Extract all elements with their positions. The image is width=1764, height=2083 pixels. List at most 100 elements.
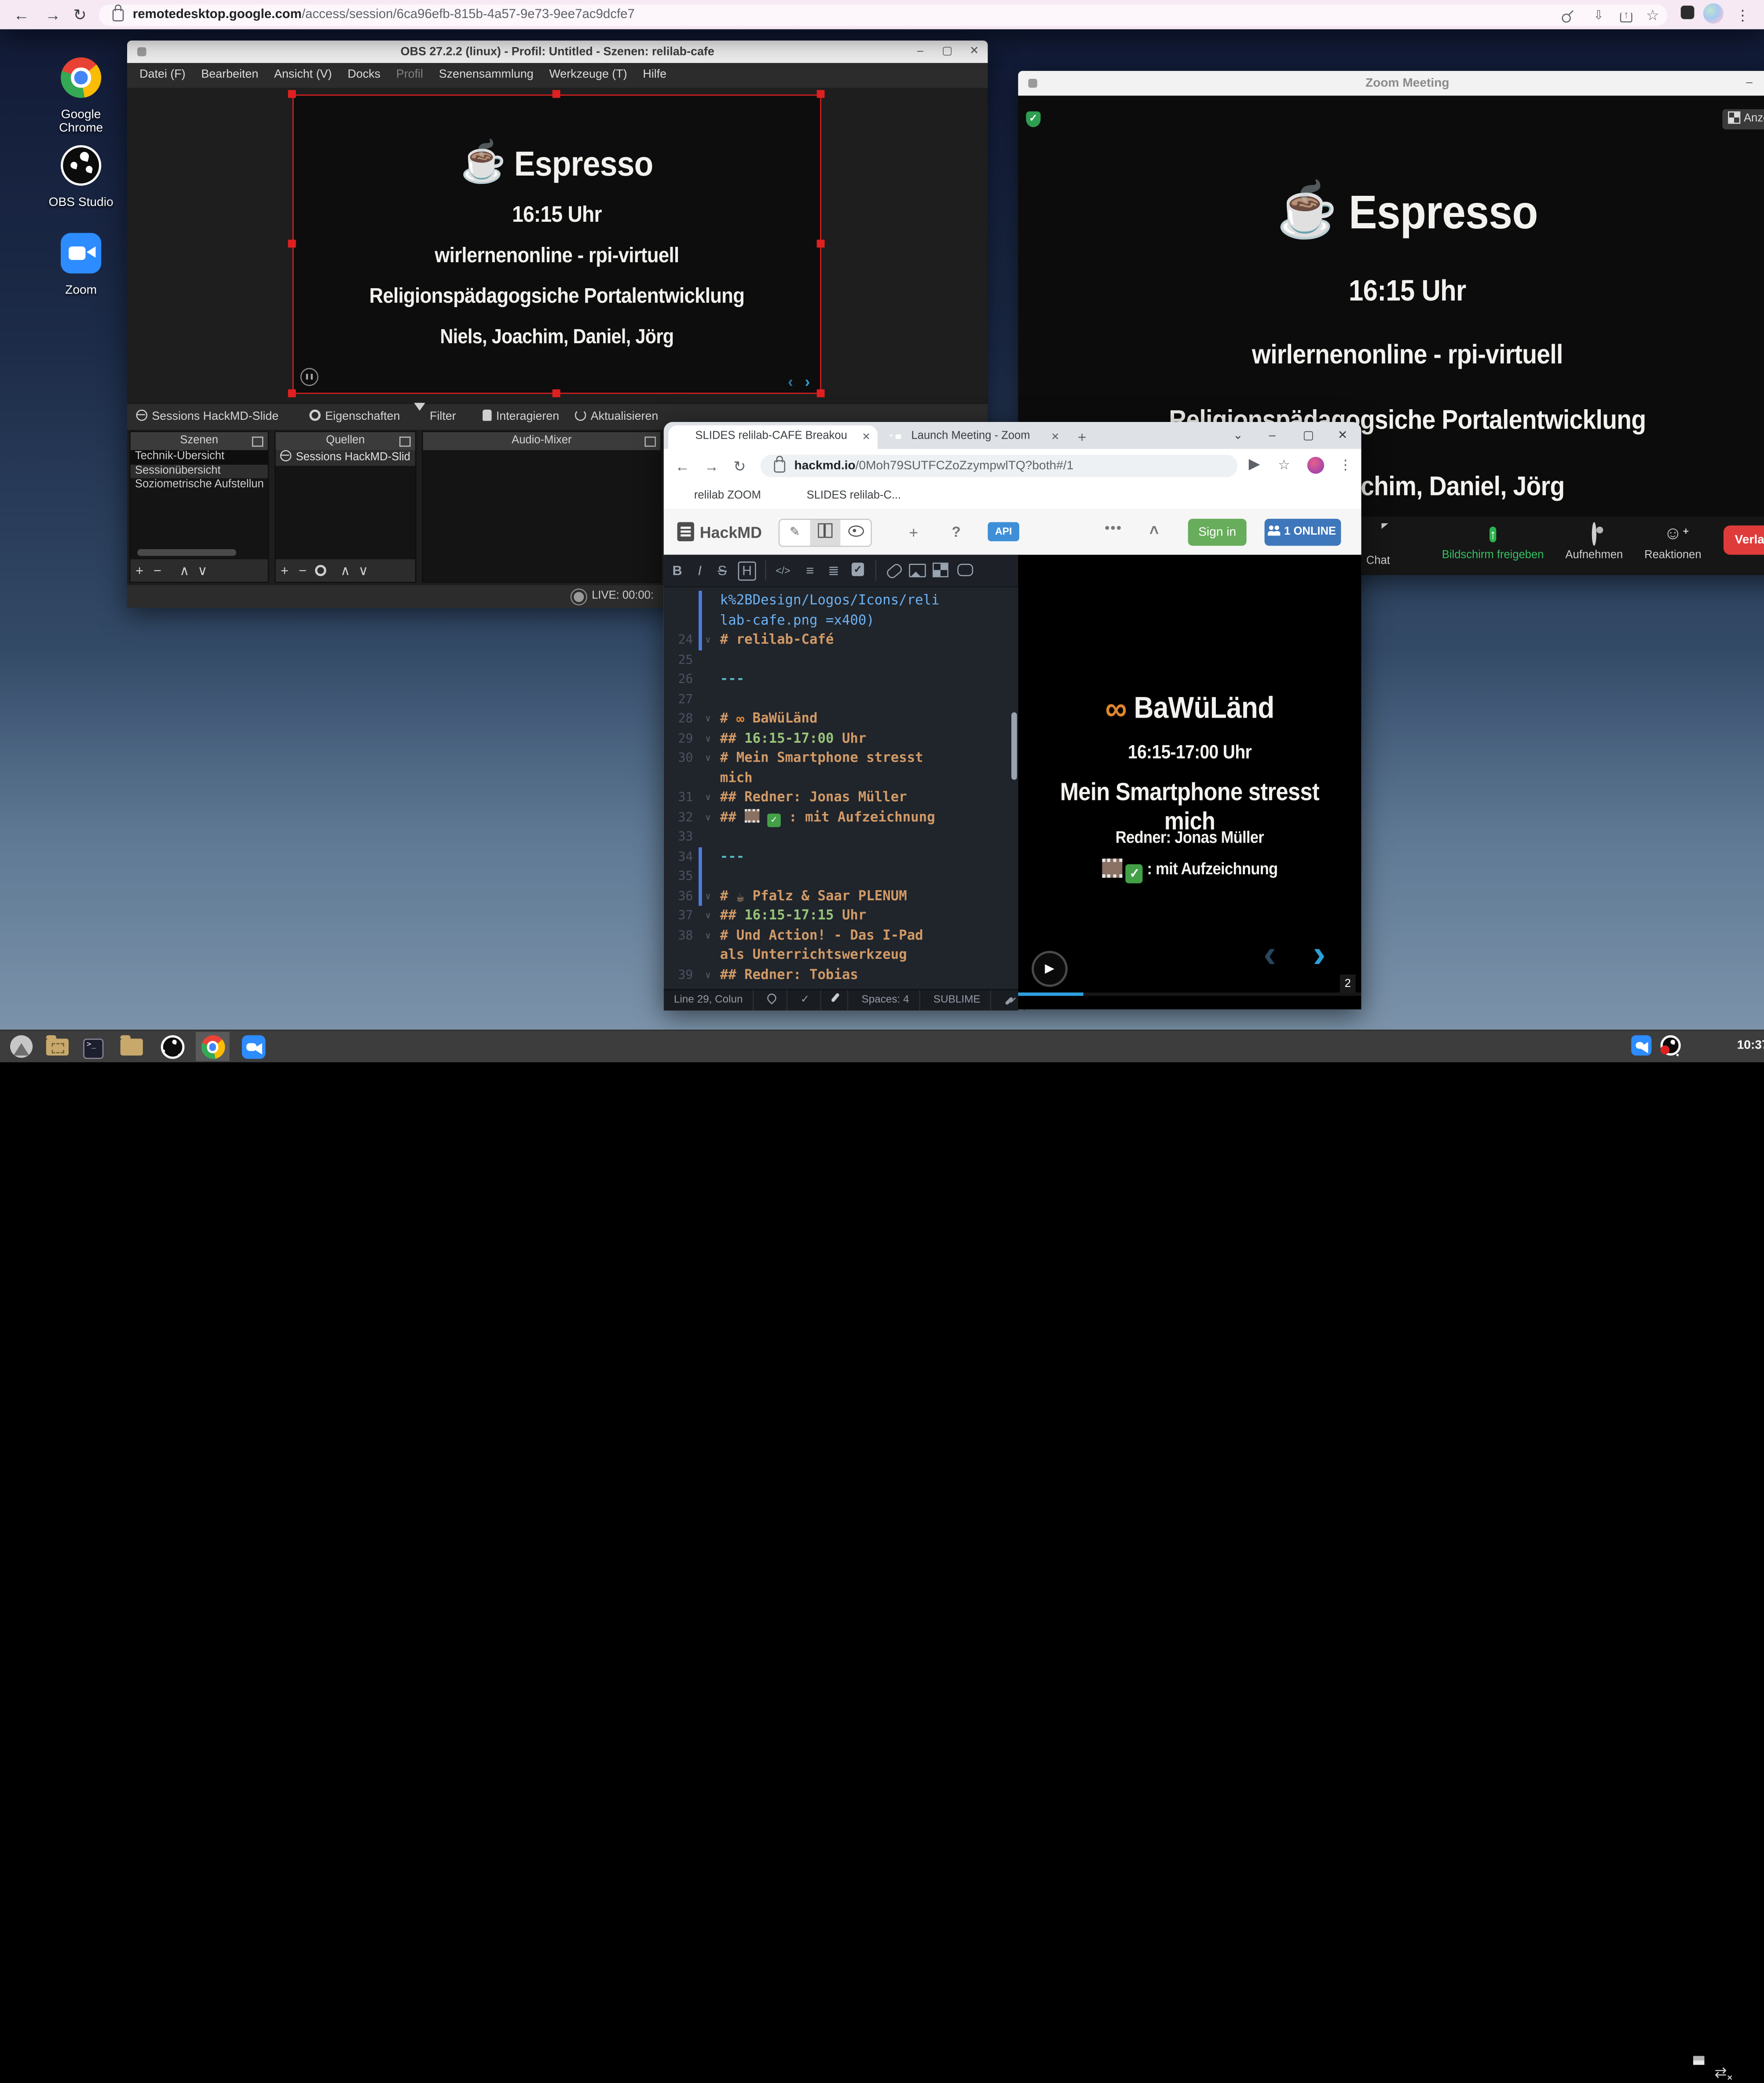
tab-close-icon[interactable]: ✕ bbox=[860, 430, 873, 444]
browser-menu-icon[interactable] bbox=[1732, 4, 1753, 25]
selection-handle[interactable] bbox=[288, 240, 296, 248]
dock-popout-icon[interactable] bbox=[644, 436, 656, 447]
back-icon[interactable]: ← bbox=[11, 4, 32, 25]
scenes-scrollbar[interactable] bbox=[137, 549, 236, 556]
editor-line[interactable]: 29∨## 16:15-17:00 Uhr bbox=[664, 729, 1018, 748]
window-minimize-icon[interactable]: – bbox=[1269, 429, 1276, 442]
new-note-button[interactable]: + bbox=[909, 523, 918, 541]
fold-chevron-icon[interactable]: ∨ bbox=[705, 729, 710, 748]
scene-list-item[interactable]: Sessionübersicht bbox=[131, 464, 268, 478]
italic-button[interactable]: I bbox=[691, 561, 709, 579]
bookmark-star-icon[interactable]: ☆ bbox=[1278, 457, 1290, 473]
fold-chevron-icon[interactable]: ∨ bbox=[705, 925, 710, 945]
obs-maximize-button[interactable]: ▢ bbox=[938, 44, 956, 60]
slide-next-icon[interactable]: › bbox=[805, 372, 810, 390]
source-up-button[interactable]: ∧ bbox=[337, 559, 355, 582]
heading-button[interactable]: H bbox=[738, 561, 756, 580]
editor-line[interactable]: 31∨## Redner: Jonas Müller bbox=[664, 788, 1018, 807]
dock-popout-icon[interactable] bbox=[399, 436, 411, 447]
scene-down-button[interactable]: ∨ bbox=[194, 559, 212, 582]
editor-content[interactable]: k%2BDesign/Logos/Icons/relilab-cafe.png … bbox=[664, 586, 1018, 989]
reactions-button[interactable]: ☺Reaktionen bbox=[1628, 524, 1718, 561]
editor-scrollbar[interactable] bbox=[1011, 712, 1017, 780]
fold-chevron-icon[interactable]: ∨ bbox=[705, 906, 710, 926]
sign-in-button[interactable]: Sign in bbox=[1188, 519, 1247, 546]
tab-zoom-launch[interactable]: Launch Meeting - Zoom ✕ bbox=[884, 425, 1066, 449]
comment-button[interactable] bbox=[957, 564, 973, 576]
editor-line[interactable]: 38∨# Und Action! - Das I-Pad bbox=[664, 925, 1018, 945]
api-badge[interactable]: API bbox=[988, 522, 1019, 541]
next-slide-icon[interactable]: › bbox=[1313, 933, 1325, 977]
refresh-button[interactable]: Aktualisieren bbox=[575, 404, 659, 430]
tab-close-icon[interactable]: ✕ bbox=[1048, 430, 1062, 444]
profile-avatar[interactable] bbox=[1703, 4, 1724, 24]
split-mode-button[interactable] bbox=[810, 520, 840, 546]
source-list-item[interactable]: Sessions HackMD-Slid bbox=[276, 450, 415, 466]
filter-button[interactable]: Filter bbox=[414, 404, 456, 430]
obs-titlebar[interactable]: OBS 27.2.2 (linux) - Profil: Untitled - … bbox=[127, 40, 988, 63]
url-text[interactable]: remotedesktop.google.com/access/session/… bbox=[133, 7, 635, 22]
add-scene-button[interactable]: + bbox=[131, 559, 149, 582]
bookmark-relilab-zoom[interactable]: relilab ZOOM bbox=[677, 488, 761, 502]
obs-menu-item[interactable]: Hilfe bbox=[635, 63, 674, 85]
editor-line[interactable]: als Unterrichtswerkzeug bbox=[664, 945, 1018, 965]
window-maximize-icon[interactable]: ▢ bbox=[1303, 429, 1314, 442]
scene-up-button[interactable]: ∧ bbox=[176, 559, 194, 582]
taskbar-launcher[interactable] bbox=[4, 1032, 38, 1061]
fold-chevron-icon[interactable]: ∨ bbox=[705, 788, 710, 807]
taskbar-zoom[interactable] bbox=[236, 1032, 270, 1061]
strikethrough-button[interactable]: S bbox=[713, 561, 731, 579]
editor-line[interactable]: 27 bbox=[664, 689, 1018, 709]
reload-icon[interactable]: ↻ bbox=[733, 458, 746, 476]
markdown-editor-pane[interactable]: B I S H </> ≡ ≣ ✓ k%2BDesign/Logos/Icons… bbox=[664, 555, 1018, 1009]
desktop-icon-obs[interactable]: OBS Studio bbox=[38, 142, 124, 209]
taskbar-terminal[interactable]: >_ bbox=[77, 1032, 110, 1061]
password-key-icon[interactable] bbox=[1557, 5, 1577, 26]
source-down-button[interactable]: ∨ bbox=[355, 559, 373, 582]
taskbar-obs[interactable] bbox=[155, 1032, 189, 1061]
scene-list-item[interactable]: Soziometrische Aufstellun bbox=[131, 478, 268, 492]
cursor-position[interactable]: Line 29, Colun bbox=[664, 990, 754, 1011]
obs-menu-item[interactable]: Szenensammlung bbox=[431, 63, 542, 85]
taskbar-files[interactable] bbox=[115, 1032, 149, 1061]
edit-mode-button[interactable]: ✎ bbox=[780, 520, 810, 546]
prev-slide-icon[interactable]: ‹ bbox=[1263, 933, 1276, 977]
image-button[interactable] bbox=[909, 564, 926, 577]
slide-prev-icon[interactable]: ‹ bbox=[788, 372, 793, 390]
code-button[interactable]: </> bbox=[774, 561, 792, 579]
tray-zoom[interactable] bbox=[1631, 1035, 1651, 1061]
obs-menu-item[interactable]: Bearbeiten bbox=[193, 63, 266, 85]
autoplay-button[interactable]: ▶ bbox=[1032, 951, 1068, 987]
help-button[interactable]: ? bbox=[952, 523, 961, 540]
tray-network[interactable]: ⇄ bbox=[1714, 2063, 1727, 2083]
taskbar-clock[interactable]: 10:37 bbox=[1737, 1038, 1764, 1052]
taskbar-chrome[interactable] bbox=[196, 1032, 230, 1061]
link-button[interactable] bbox=[885, 562, 904, 580]
new-tab-button[interactable]: + bbox=[1078, 429, 1086, 445]
forward-icon[interactable]: → bbox=[43, 4, 63, 25]
selection-handle[interactable] bbox=[553, 90, 560, 98]
sources-dock-title[interactable]: Quellen bbox=[276, 432, 415, 450]
taskbar-screenshots-folder[interactable] bbox=[40, 1032, 74, 1061]
obs-menu-item[interactable]: Ansicht (V) bbox=[266, 63, 340, 85]
bookmark-slides[interactable]: SLIDES relilab-C... bbox=[790, 488, 901, 502]
add-source-button[interactable]: + bbox=[276, 559, 294, 582]
obs-menu-item[interactable]: Datei (F) bbox=[132, 63, 193, 85]
editor-line[interactable]: 36∨# ☕ Pfalz & Saar PLENUM bbox=[664, 886, 1018, 906]
selection-handle[interactable] bbox=[817, 389, 825, 397]
fold-chevron-icon[interactable]: ∨ bbox=[705, 748, 710, 768]
check-icon[interactable]: ✓ bbox=[791, 990, 821, 1011]
editor-line[interactable]: 32∨## : mit Aufzeichnung bbox=[664, 807, 1018, 827]
forward-icon[interactable]: → bbox=[704, 458, 719, 475]
extensions-icon[interactable] bbox=[1681, 6, 1694, 19]
source-properties-button[interactable] bbox=[311, 559, 329, 582]
properties-button[interactable]: Eigenschaften bbox=[309, 404, 400, 430]
bold-button[interactable]: B bbox=[668, 561, 686, 579]
source-tab[interactable]: Sessions HackMD-Slide bbox=[136, 404, 278, 430]
install-icon[interactable] bbox=[1591, 8, 1607, 22]
address-bar[interactable]: remotedesktop.google.com/access/session/… bbox=[99, 4, 1667, 26]
selection-handle[interactable] bbox=[288, 389, 296, 397]
desktop-icon-chrome[interactable]: Google Chrome bbox=[38, 54, 124, 135]
editor-line[interactable]: 30∨# Mein Smartphone stresst bbox=[664, 748, 1018, 768]
fold-chevron-icon[interactable]: ∨ bbox=[705, 630, 710, 650]
